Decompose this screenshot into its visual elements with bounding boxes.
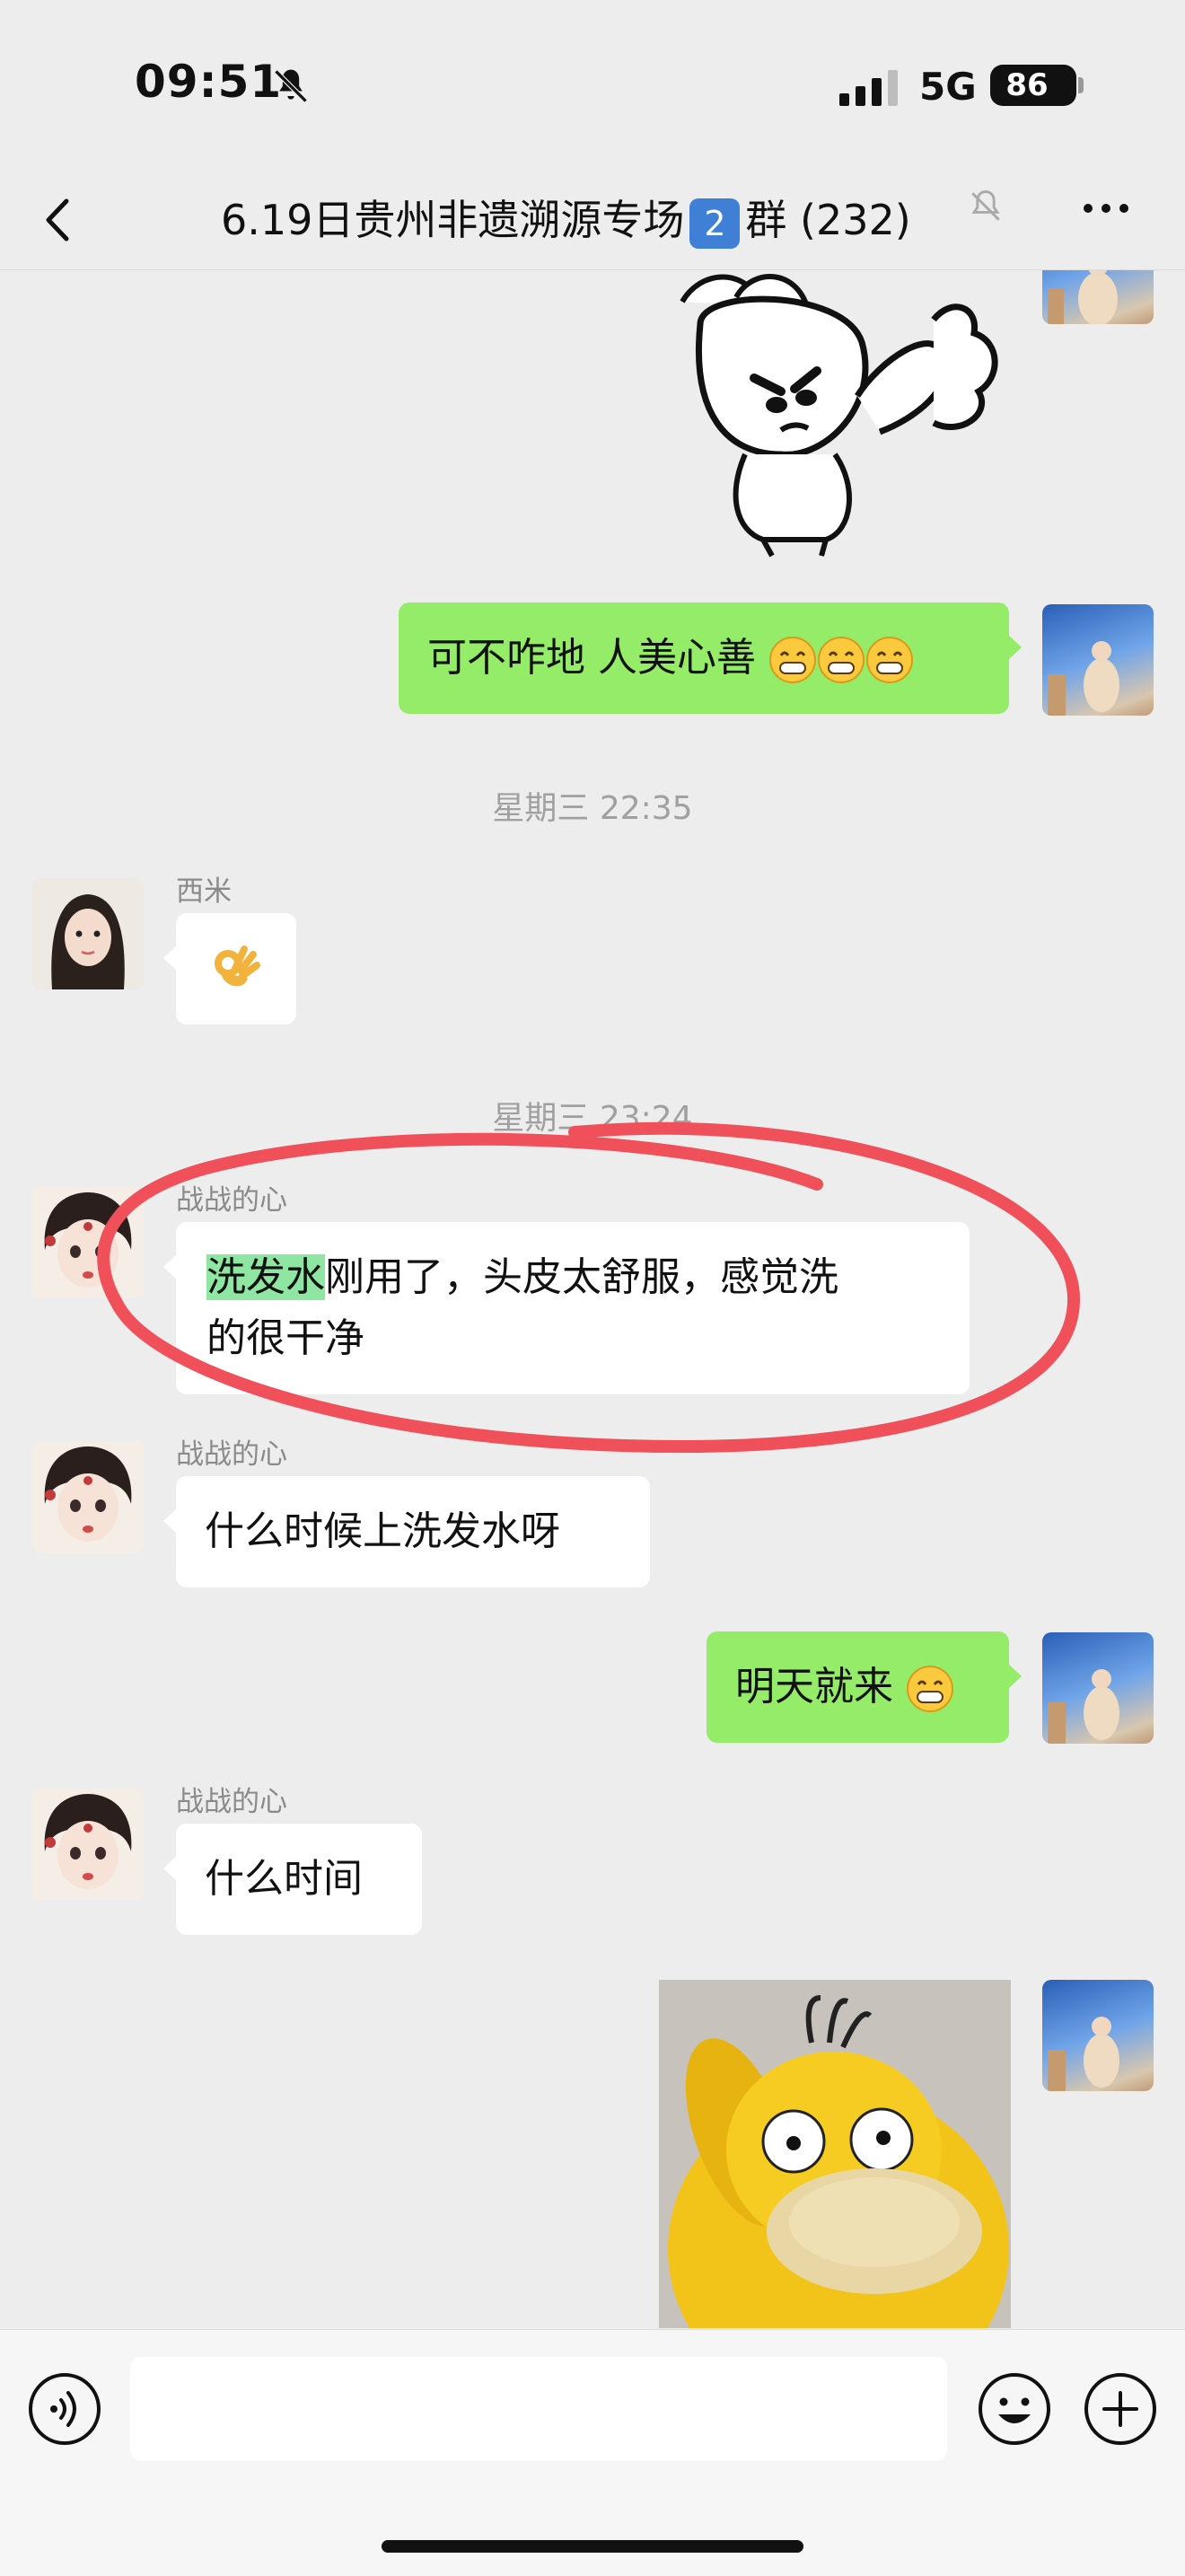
- chat-member-count: 群 (232): [745, 196, 911, 244]
- chat-header: 6.19日贵州非遗溯源专场 2 群 (232): [0, 171, 1185, 270]
- message-text: 什么时候上洗发水呀: [205, 1508, 560, 1554]
- emoji-icon[interactable]: [977, 2371, 1052, 2447]
- message-bubble-outgoing[interactable]: 明天就来: [707, 1631, 1022, 1743]
- my-avatar[interactable]: [1042, 1632, 1154, 1744]
- message-input[interactable]: [130, 2357, 947, 2461]
- sender-name: 战战的心: [176, 1184, 287, 1217]
- more-options-icon[interactable]: [1077, 189, 1135, 228]
- message-text: 可不咋地 人美心善: [427, 635, 756, 681]
- my-avatar[interactable]: [1042, 270, 1154, 324]
- bell-off-icon: [274, 69, 308, 103]
- sender-avatar[interactable]: [32, 1789, 144, 1900]
- highlighted-keyword: 洗发水: [206, 1254, 325, 1300]
- message-text-line2: 的很干净: [206, 1315, 364, 1361]
- my-avatar[interactable]: [1042, 604, 1154, 716]
- sender-name: 战战的心: [176, 1786, 287, 1818]
- my-avatar[interactable]: [1042, 1980, 1154, 2091]
- plus-icon[interactable]: [1083, 2371, 1158, 2447]
- number-badge: 2: [689, 198, 741, 249]
- network-type: 5G: [919, 65, 977, 109]
- timestamp: 星期三 23:24: [492, 1100, 693, 1137]
- rabbit-sticker[interactable]: [646, 270, 1023, 558]
- message-bubble-incoming[interactable]: 什么时间: [163, 1824, 422, 1935]
- sender-avatar[interactable]: [32, 1441, 144, 1552]
- message-bubble-incoming[interactable]: [163, 913, 296, 1024]
- back-arrow-icon[interactable]: [36, 189, 81, 251]
- signal-icon: [839, 70, 898, 106]
- grin-emoji: [866, 637, 913, 683]
- battery-level: 86: [1005, 67, 1049, 103]
- message-bubble-incoming[interactable]: 什么时候上洗发水呀: [163, 1476, 650, 1587]
- ok-hand-emoji: [215, 945, 260, 987]
- duck-sticker[interactable]: [659, 1980, 1011, 2328]
- battery-tip: [1078, 77, 1084, 93]
- sender-avatar[interactable]: [32, 878, 144, 989]
- grin-emoji: [907, 1666, 953, 1712]
- message-list[interactable]: 可不咋地 人美心善 星期三 22:35 西米 星期三 23:24 战战的心 洗发…: [0, 270, 1185, 2328]
- message-text: 什么时间: [205, 1856, 363, 1902]
- battery-indicator: 86: [990, 65, 1084, 106]
- chat-title[interactable]: 6.19日贵州非遗溯源专场 2 群 (232): [221, 189, 911, 251]
- status-time: 09:51: [135, 56, 283, 108]
- message-text: 明天就来: [735, 1664, 893, 1710]
- message-text: 刚用了，头皮太舒服，感觉洗: [325, 1254, 838, 1300]
- message-bubble-outgoing[interactable]: 可不咋地 人美心善: [399, 602, 1022, 714]
- home-indicator: [382, 2540, 803, 2553]
- sender-avatar[interactable]: [32, 1187, 144, 1298]
- message-bubble-incoming[interactable]: 洗发水刚用了，头皮太舒服，感觉洗 的很干净: [163, 1222, 970, 1394]
- sender-name: 西米: [176, 875, 232, 908]
- sender-name: 战战的心: [176, 1438, 287, 1471]
- grin-emoji: [769, 637, 816, 683]
- bell-mute-icon: [971, 190, 1000, 221]
- chat-title-text: 6.19日贵州非遗溯源专场: [221, 196, 685, 244]
- timestamp: 星期三 22:35: [492, 790, 693, 827]
- voice-input-icon[interactable]: [27, 2371, 102, 2447]
- input-bar: [0, 2329, 1185, 2576]
- grin-emoji: [818, 637, 865, 683]
- status-bar: 09:51 5G 86: [0, 0, 1185, 171]
